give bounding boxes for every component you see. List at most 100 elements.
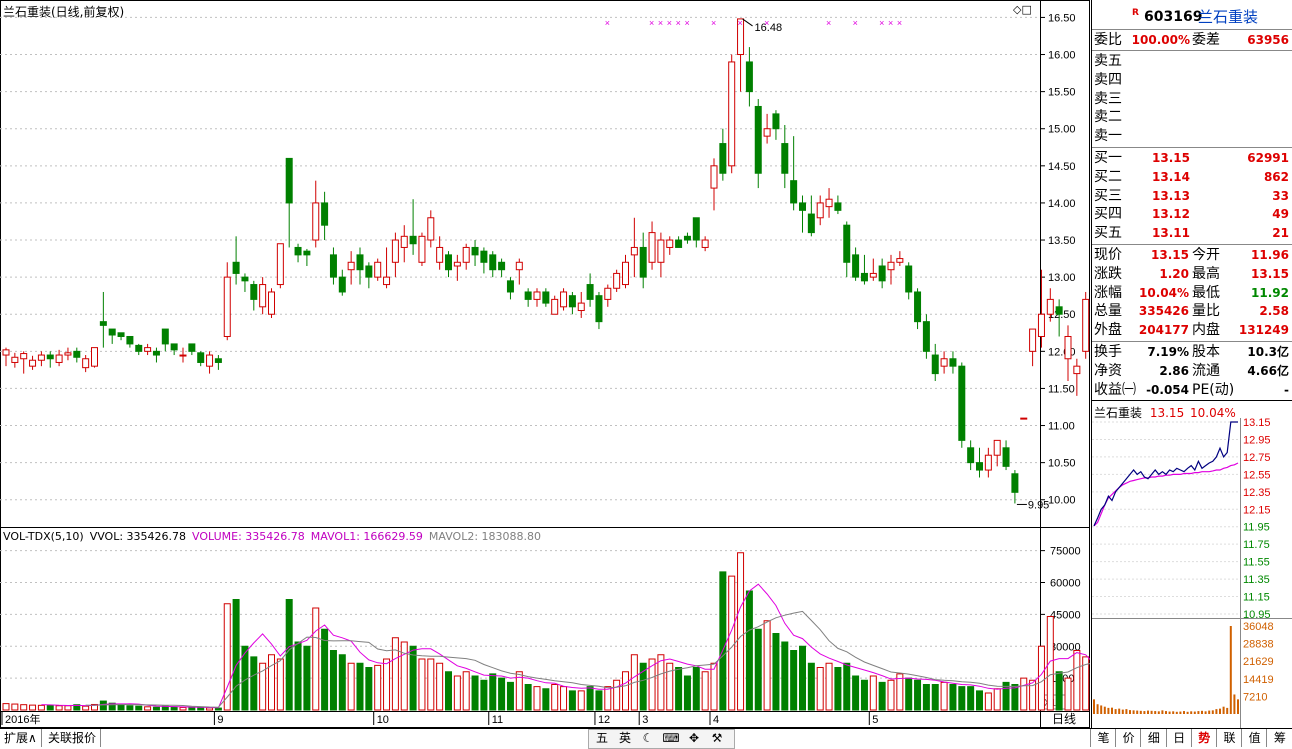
candle-body [214, 358, 222, 363]
volume-bar [1064, 677, 1072, 711]
vol-indicator-name[interactable]: VOL-TDX(5,10) [3, 530, 84, 543]
mini-volume-bar [1165, 711, 1167, 714]
kline-chart-area[interactable]: 16.50 16.00 15.50 15.00 14.50 14.00 13.50 13.00… [0, 0, 1090, 728]
volume-tick-label: 45000 [1050, 609, 1081, 621]
mini-volume-bar [1233, 694, 1236, 714]
window-controls-icon[interactable]: ◇□ [1013, 3, 1032, 16]
candle-body [604, 287, 612, 300]
finance-label-2: PE(动) [1192, 381, 1235, 398]
mini-volume-bar [1103, 706, 1106, 714]
candle-body [984, 454, 992, 471]
date-label: 11 [492, 714, 503, 726]
tab-日[interactable]: 日 [1165, 729, 1192, 747]
stat-value-2: 11.92 [1251, 285, 1289, 300]
stat-value-2: 13.15 [1251, 266, 1289, 281]
volume-bar [763, 620, 771, 711]
sell-order-label: 卖二 [1094, 109, 1122, 126]
finance-label: 换手 [1094, 344, 1122, 360]
candle-body [506, 280, 514, 293]
tab-expand[interactable]: 扩展∧ [0, 729, 42, 747]
stat-row: 涨幅 10.04% 最低 11.92 [1092, 284, 1292, 302]
tab-联[interactable]: 联 [1216, 729, 1242, 747]
volume-bar [1020, 677, 1028, 711]
mini-volume-bar [1208, 710, 1211, 714]
volume-bar [896, 673, 904, 711]
volume-bar [958, 686, 966, 711]
stat-label: 现价 [1094, 247, 1122, 263]
stock-name: 兰石重装 [1198, 8, 1259, 26]
kline-chart[interactable]: 16.50 16.00 15.50 15.00 14.50 14.00 13.50 13.00… [0, 0, 1090, 728]
candle-body [232, 261, 240, 274]
volume-bar [560, 686, 568, 711]
date-label: 5 [872, 714, 878, 726]
candle-body [462, 246, 470, 263]
candle-body [719, 143, 727, 174]
mini-volume-bar [1175, 711, 1178, 714]
buy-order-volume: 862 [1263, 169, 1289, 184]
candle-body [152, 350, 160, 356]
candle-body [905, 265, 913, 293]
candle-body [976, 462, 983, 471]
stat-value-2: 11.96 [1251, 248, 1289, 262]
candle-body [241, 276, 249, 282]
toolbar-icon[interactable]: ☾ [639, 731, 657, 746]
toolbar-icon[interactable]: ⚒ [708, 731, 726, 746]
finance-label-2: 股本 [1192, 344, 1220, 360]
mini-volume-bar [1111, 707, 1113, 714]
volume-bar [816, 667, 824, 711]
tab-related-quotes[interactable]: 关联报价 [44, 729, 102, 747]
toolbar-icon[interactable]: 英 [616, 731, 634, 746]
stat-label: 外盘 [1094, 322, 1122, 339]
volume-bar [436, 662, 444, 711]
tab-细[interactable]: 细 [1140, 729, 1166, 747]
toolbar-icon[interactable]: 五 [593, 731, 611, 746]
candle-body [259, 284, 267, 308]
tab-价[interactable]: 价 [1115, 729, 1141, 747]
volume-bar [427, 658, 435, 711]
tab-势[interactable]: 势 [1190, 729, 1217, 747]
volume-bar [799, 645, 806, 711]
candle-body [1020, 417, 1028, 420]
volume-bar [737, 552, 745, 711]
candle-body [29, 359, 37, 367]
mini-volume-bar [1132, 710, 1135, 714]
candle-body [816, 202, 824, 219]
candle-body [931, 354, 939, 375]
candle-body [338, 276, 346, 293]
tab-值[interactable]: 值 [1241, 729, 1267, 747]
volume-bar [2, 703, 10, 711]
date-label: 10 [377, 714, 389, 726]
bottom-bar: 扩展∧ 关联报价 五英 ☾ ⌨ ✥ ⚒ 笔价细日势联值筹 [0, 728, 1292, 749]
price-tick-label: 14.50 [1048, 161, 1076, 173]
sell-order-row: 卖一 [1092, 127, 1292, 145]
volume-bar [940, 681, 948, 711]
finance-label: 收益㈠ [1094, 381, 1136, 398]
volume-bar [613, 679, 621, 711]
volume-bar [365, 667, 373, 711]
toolbar-icon[interactable]: ⌨ [662, 731, 680, 746]
candle-body [126, 335, 134, 345]
volume-bar [268, 654, 275, 711]
candle-body [692, 217, 700, 241]
volume-bar [338, 654, 346, 711]
stat-label: 总量 [1094, 303, 1122, 320]
candle-body [383, 276, 391, 286]
chart-border [0, 0, 1090, 728]
candle-body [37, 354, 45, 361]
intraday-mini-chart[interactable]: 13.15 12.95 12.75 12.55 12.35 12.15 11.95 11.75… [1092, 418, 1292, 728]
candle-body [949, 358, 957, 367]
volume-bar [356, 662, 364, 711]
event-marker: × [649, 18, 654, 28]
stat-value: 204177 [1138, 323, 1189, 338]
finance-label-2: 流通 [1192, 362, 1220, 379]
stat-value: 335426 [1138, 304, 1189, 319]
finance-value-2: 10.3亿 [1247, 345, 1289, 359]
volume-bar [445, 671, 452, 711]
finance-value-2: 4.66亿 [1247, 363, 1289, 378]
tab-笔[interactable]: 笔 [1090, 729, 1116, 747]
candle-body [206, 354, 214, 367]
toolbar-icon[interactable]: ✥ [685, 731, 703, 746]
mini-price-label: 12.55 [1243, 469, 1271, 481]
volume-bar [144, 706, 152, 711]
tab-筹[interactable]: 筹 [1266, 729, 1292, 747]
